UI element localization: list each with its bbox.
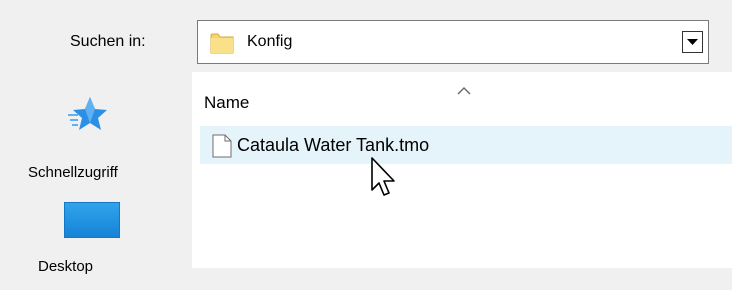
look-in-combobox[interactable]: Konfig	[197, 20, 709, 64]
folder-icon	[210, 32, 234, 54]
sort-ascending-icon	[457, 82, 471, 100]
mouse-cursor-icon	[369, 157, 399, 199]
file-name: Cataula Water Tank.tmo	[237, 135, 430, 155]
dropdown-arrow-icon[interactable]	[682, 31, 703, 53]
file-icon	[212, 134, 232, 158]
file-row[interactable]: Cataula Water Tank.tmo	[200, 126, 732, 164]
place-label: Schnellzugriff	[28, 164, 118, 181]
place-desktop[interactable]: Desktop	[0, 200, 187, 290]
place-quick-access[interactable]: Schnellzugriff	[0, 88, 187, 186]
look-in-bar: Suchen in: Konfig	[0, 0, 732, 72]
column-header-name[interactable]: Name	[204, 93, 249, 113]
places-bar: Schnellzugriff Desktop	[0, 72, 187, 275]
look-in-value: Konfig	[247, 33, 293, 50]
place-label: Desktop	[38, 258, 94, 275]
look-in-label: Suchen in:	[70, 33, 146, 50]
desktop-icon	[64, 202, 120, 238]
star-icon	[68, 94, 108, 134]
file-list: Name Cataula Water Tank.tmo	[192, 72, 732, 268]
